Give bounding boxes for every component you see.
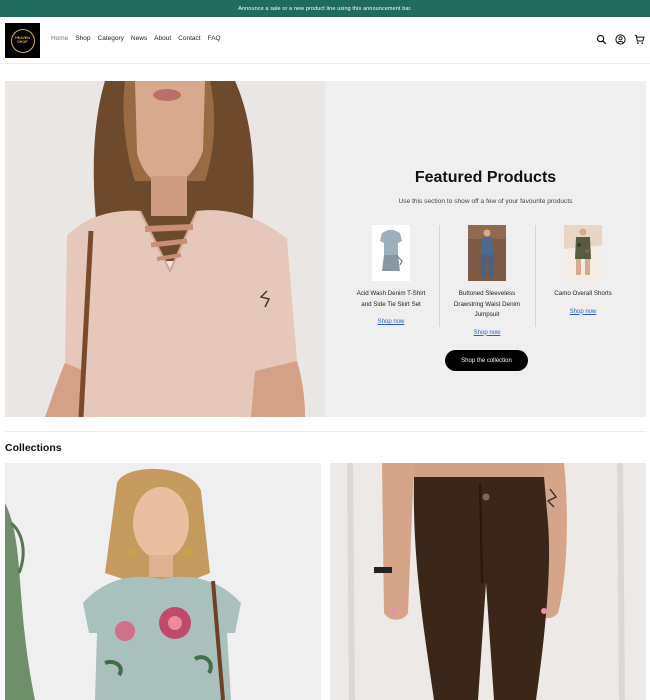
header-icons bbox=[596, 34, 645, 45]
nav-item-faq[interactable]: FAQ bbox=[208, 35, 221, 42]
main-nav: Home Shop Category News About Contact FA… bbox=[51, 35, 221, 42]
collection-image-2 bbox=[330, 463, 646, 700]
shop-now-link-1[interactable]: Shop now bbox=[378, 319, 405, 325]
logo-text: HEAVEN SHOP bbox=[15, 35, 30, 44]
collections-heading: Collections bbox=[5, 442, 62, 454]
product-image-3[interactable] bbox=[564, 225, 602, 281]
brand-logo[interactable]: HEAVEN SHOP bbox=[5, 23, 40, 58]
nav-item-home[interactable]: Home bbox=[51, 35, 68, 42]
featured-product-2: Buttoned Sleeveless Drawstring Waist Den… bbox=[439, 225, 535, 339]
featured-product-3: Camo Overall Shorts Shop now bbox=[535, 225, 631, 318]
product-name-3: Camo Overall Shorts bbox=[535, 289, 631, 300]
announcement-bar: Announce a sale or a new product line us… bbox=[0, 0, 650, 17]
nav-item-contact[interactable]: Contact bbox=[178, 35, 200, 42]
product-name-2-line3: Jumpsuit bbox=[474, 311, 500, 318]
featured-subtitle: Use this section to show off a few of yo… bbox=[398, 198, 573, 205]
product-name-1-line1: Acid Wash Denim T-Shirt bbox=[356, 290, 426, 297]
shop-collection-button[interactable]: Shop the collection bbox=[445, 350, 528, 371]
section-divider bbox=[5, 431, 646, 432]
collection-card-1[interactable] bbox=[5, 463, 321, 700]
product-image-1[interactable] bbox=[372, 225, 410, 281]
hero-illustration bbox=[5, 81, 325, 417]
collection-image-1 bbox=[5, 463, 321, 700]
announcement-text: Announce a sale or a new product line us… bbox=[238, 5, 412, 12]
product-name-2-line1: Buttoned Sleeveless bbox=[458, 290, 516, 297]
product-name-1: Acid Wash Denim T-Shirt and Side Tie Ski… bbox=[343, 289, 439, 310]
product-name-2-line2: Drawstring Waist Denim bbox=[453, 300, 521, 308]
featured-products-panel: Featured Products Use this section to sh… bbox=[325, 81, 646, 417]
product-name-1-line2: and Side Tie Skirt Set bbox=[361, 300, 421, 308]
featured-product-1: Acid Wash Denim T-Shirt and Side Tie Ski… bbox=[343, 225, 439, 328]
nav-item-about[interactable]: About bbox=[154, 35, 171, 42]
cart-icon[interactable] bbox=[634, 34, 645, 45]
shop-now-link-2[interactable]: Shop now bbox=[474, 330, 501, 336]
product-name-2: Buttoned Sleeveless Drawstring Waist Den… bbox=[439, 289, 535, 321]
hero-section: Featured Products Use this section to sh… bbox=[5, 81, 646, 417]
product-image-2[interactable] bbox=[468, 225, 506, 281]
hero-image bbox=[5, 81, 325, 417]
featured-title: Featured Products bbox=[414, 169, 557, 186]
account-icon[interactable] bbox=[615, 34, 626, 45]
nav-item-news[interactable]: News bbox=[131, 35, 147, 42]
logo-ring: HEAVEN SHOP bbox=[10, 28, 35, 53]
nav-item-category[interactable]: Category bbox=[98, 35, 124, 42]
site-header: HEAVEN SHOP Home Shop Category News Abou… bbox=[0, 17, 650, 64]
nav-item-shop[interactable]: Shop bbox=[75, 35, 90, 42]
shop-now-link-3[interactable]: Shop now bbox=[570, 309, 597, 315]
product-name-3-line1: Camo Overall Shorts bbox=[554, 290, 612, 297]
collection-card-2[interactable] bbox=[330, 463, 646, 700]
search-icon[interactable] bbox=[596, 34, 607, 45]
